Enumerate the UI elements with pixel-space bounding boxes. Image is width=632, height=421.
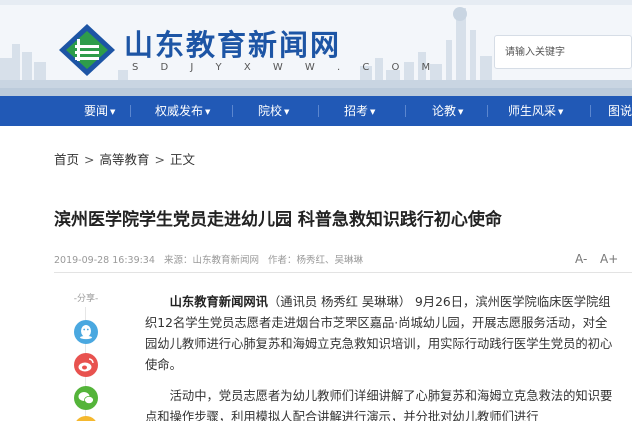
nav-item-label: 要闻 bbox=[84, 104, 109, 118]
caret-down-icon: ▼ bbox=[458, 108, 464, 116]
breadcrumb: 首页 > 高等教育 > 正文 bbox=[54, 149, 195, 168]
caret-down-icon: ▼ bbox=[110, 108, 116, 116]
caret-down-icon: ▼ bbox=[558, 108, 564, 116]
meta-divider bbox=[54, 272, 632, 273]
site-title[interactable]: 山东教育新闻网 bbox=[124, 22, 341, 64]
font-increase-button[interactable]: A+ bbox=[600, 252, 618, 266]
nav-item-label: 权威发布 bbox=[155, 104, 204, 118]
article-source: 来源：山东教育新闻网 bbox=[163, 255, 259, 266]
nav-item-label: 师生风采 bbox=[508, 104, 557, 118]
search-input[interactable] bbox=[495, 36, 615, 68]
article-meta: 2019-09-28 16:39:34 来源：山东教育新闻网 作者：杨秀红、吴琳… bbox=[54, 252, 369, 266]
nav-item-label: 招考 bbox=[344, 104, 369, 118]
article-title: 滨州医学院学生党员走进幼儿园 科普急救知识践行初心使命 bbox=[54, 210, 502, 230]
nav-divider bbox=[232, 105, 233, 117]
caret-down-icon: ▼ bbox=[284, 108, 290, 116]
nav-item-teachers-students[interactable]: 师生风采 ▼ bbox=[508, 96, 563, 126]
nav-item-label: 图说 bbox=[608, 104, 632, 118]
site-domain: S D J Y X W W . C O M bbox=[132, 62, 440, 73]
nav-item-education-views[interactable]: 论教 ▼ bbox=[432, 96, 463, 126]
search-box bbox=[494, 35, 632, 69]
nav-divider bbox=[590, 105, 591, 117]
nav-divider bbox=[405, 105, 406, 117]
nav-item-exams[interactable]: 招考 ▼ bbox=[344, 96, 375, 126]
qq-icon[interactable] bbox=[74, 320, 98, 344]
nav-item-schools[interactable]: 院校 ▼ bbox=[258, 96, 289, 126]
main-nav: 要闻 ▼ 权威发布 ▼ 院校 ▼ 招考 ▼ 论教 ▼ 师生风采 ▼ 图说 bbox=[0, 96, 632, 126]
caret-down-icon: ▼ bbox=[370, 108, 376, 116]
sdjyxww-logo-icon[interactable] bbox=[57, 22, 117, 78]
breadcrumb-category[interactable]: 高等教育 bbox=[100, 152, 150, 167]
breadcrumb-home[interactable]: 首页 bbox=[54, 152, 79, 167]
nav-divider bbox=[130, 105, 131, 117]
nav-item-photos[interactable]: 图说 bbox=[608, 96, 632, 126]
article-lead: 山东教育新闻网讯 bbox=[169, 295, 268, 309]
nav-item-label: 院校 bbox=[258, 104, 283, 118]
breadcrumb-separator: > bbox=[154, 152, 165, 167]
breadcrumb-current: 正文 bbox=[170, 152, 196, 167]
article-paragraph: 活动中，党员志愿者为幼儿教师们详细讲解了心肺复苏和海姆立克急救法的知识要点和操作… bbox=[145, 389, 613, 421]
site-header: 山东教育新闻网 S D J Y X W W . C O M bbox=[0, 0, 632, 96]
qzone-icon[interactable] bbox=[74, 416, 98, 421]
article-date: 2019-09-28 16:39:34 bbox=[54, 255, 155, 266]
article-author: 作者：杨秀红、吴琳琳 bbox=[267, 255, 363, 266]
breadcrumb-separator: > bbox=[84, 152, 95, 167]
article-body: 山东教育新闻网讯（通讯员 杨秀红 吴琳琳） 9月26日，滨州医学院临床医学院组织… bbox=[145, 292, 615, 421]
article-paragraph: 山东教育新闻网讯（通讯员 杨秀红 吴琳琳） 9月26日，滨州医学院临床医学院组织… bbox=[145, 292, 615, 376]
nav-item-label: 论教 bbox=[432, 104, 457, 118]
nav-divider bbox=[487, 105, 488, 117]
font-decrease-button[interactable]: A- bbox=[575, 252, 587, 266]
share-label: -分享- bbox=[73, 294, 99, 304]
nav-item-official[interactable]: 权威发布 ▼ bbox=[155, 96, 210, 126]
wechat-icon[interactable] bbox=[74, 386, 98, 410]
caret-down-icon: ▼ bbox=[205, 108, 211, 116]
weibo-icon[interactable] bbox=[74, 353, 98, 377]
nav-divider bbox=[318, 105, 319, 117]
nav-item-news[interactable]: 要闻 ▼ bbox=[84, 96, 115, 126]
